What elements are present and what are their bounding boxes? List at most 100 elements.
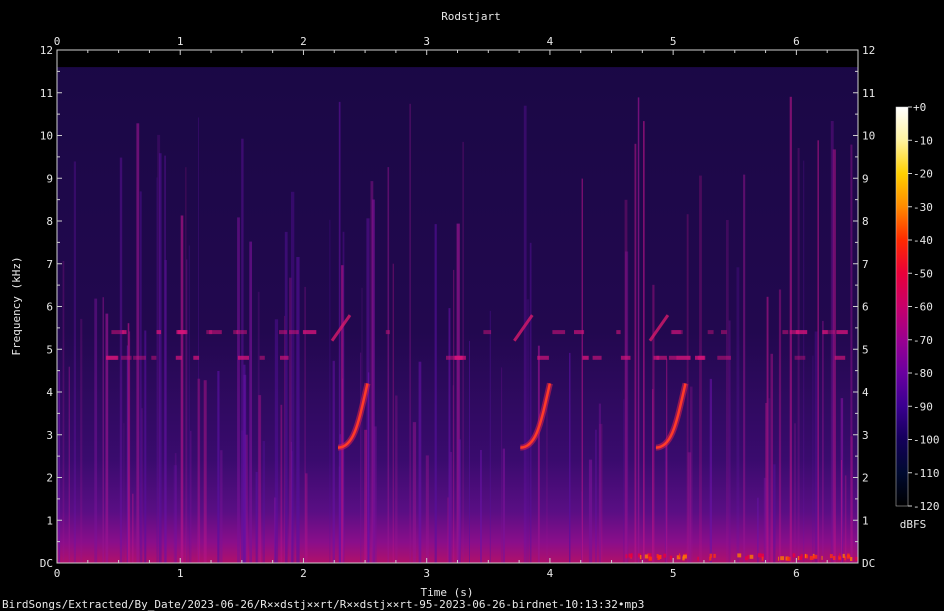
noise-stripe (409, 103, 411, 563)
noise-stripe (364, 429, 368, 563)
tonal-band-segment (111, 330, 124, 335)
noise-stripe (73, 161, 76, 563)
colorbar-tick-label: -100 (913, 434, 940, 447)
noise-stripe (768, 398, 771, 563)
dc-hotspot (809, 555, 814, 560)
noise-stripe (387, 167, 390, 563)
noise-stripe (185, 167, 187, 563)
noise-stripe (529, 242, 532, 563)
noise-stripe (139, 191, 142, 563)
noise-stripe (595, 429, 597, 563)
colorbar: +0 -10 -20 -30 -40 -50 -60 -70 -80 -90 -100 -110 -12… (895, 101, 940, 531)
x-tick-label-top: 6 (793, 35, 800, 48)
dc-hotspot (798, 556, 803, 560)
dc-hotspot (657, 554, 662, 559)
dc-hotspot (709, 553, 713, 558)
noise-stripe (462, 141, 464, 563)
dc-hotspot (842, 553, 845, 558)
tonal-band-segment (483, 330, 492, 335)
file-path: BirdSongs/Extracted/By_Date/2023-06-26/R… (2, 598, 644, 611)
dc-hotspot (855, 556, 858, 561)
noise-stripe (237, 217, 240, 563)
dc-hotspot (663, 553, 667, 558)
noise-stripe (220, 450, 223, 563)
noise-stripe (62, 261, 65, 563)
noise-stripe (289, 277, 292, 563)
tonal-band-segment (677, 355, 691, 360)
dc-hotspot (749, 554, 754, 559)
dc-hotspot (682, 554, 687, 559)
noise-stripe (418, 361, 422, 563)
tonal-band-segment (656, 355, 667, 360)
tonal-band-segment (206, 330, 213, 335)
y-tick-label-left: 11 (40, 87, 53, 100)
noise-stripe (453, 269, 455, 563)
noise-stripe (342, 231, 345, 563)
dc-hotspot (625, 554, 628, 559)
y-tick-label-left: 1 (46, 514, 53, 527)
noise-stripe (789, 96, 792, 563)
noise-stripe (425, 455, 429, 563)
noise-stripe (624, 199, 628, 563)
y-tick-label-left: 8 (46, 215, 53, 228)
x-tick-label-bottom: 3 (423, 567, 430, 580)
tonal-band-segment (237, 355, 249, 360)
x-tick-label-bottom: 2 (300, 567, 307, 580)
y-tick-label-left: 7 (46, 258, 53, 271)
noise-stripe (217, 371, 220, 563)
noise-stripe (190, 430, 192, 563)
tonal-band-segment (616, 330, 621, 335)
dc-hotspot (778, 556, 780, 561)
y-tick-label-right: 12 (862, 44, 875, 57)
x-tick-label-top: 1 (177, 35, 184, 48)
x-tick-label-bottom: 0 (54, 567, 61, 580)
noise-stripe (743, 174, 746, 563)
y-tick-label-right: 9 (862, 172, 869, 185)
dc-hotspot (644, 554, 649, 559)
noise-stripe (666, 358, 668, 563)
noise-stripe (736, 267, 740, 563)
noise-stripe (526, 299, 530, 563)
tonal-band-segment (672, 330, 683, 335)
noise-stripe (249, 241, 252, 563)
noise-stripe (537, 345, 540, 563)
noise-stripe (757, 497, 759, 563)
noise-stripe (105, 313, 109, 563)
noise-stripe (392, 263, 394, 563)
x-tick-label-bottom: 5 (670, 567, 677, 580)
noise-stripe (778, 289, 782, 563)
noise-stripe (136, 123, 140, 563)
tonal-band-segment (794, 355, 806, 360)
dc-hotspot (639, 555, 642, 560)
dc-hotspot (761, 556, 764, 561)
noise-stripe (243, 374, 247, 563)
dc-hotspot (780, 556, 785, 561)
dc-hotspot (829, 554, 833, 559)
noise-stripe (797, 148, 800, 563)
y-tick-label-left: DC (40, 557, 53, 570)
tonal-band-segment (697, 355, 706, 360)
noise-stripe (367, 372, 370, 563)
noise-stripe (501, 367, 503, 563)
noise-stripe (812, 355, 814, 563)
x-tick-label-top: 0 (54, 35, 61, 48)
noise-stripe (129, 331, 131, 563)
y-tick-label-right: 7 (862, 258, 869, 271)
y-tick-label-left: 3 (46, 429, 53, 442)
x-tick-label-top: 5 (670, 35, 677, 48)
y-tick-label-right: 4 (862, 386, 869, 399)
colorbar-label: dBFS (900, 518, 927, 531)
tonal-band-segment (385, 330, 390, 335)
noise-stripe (123, 423, 125, 563)
noise-stripe (180, 215, 184, 563)
tonal-band-segment (782, 330, 789, 335)
noise-stripe (794, 423, 796, 563)
dc-hotspot (846, 554, 851, 559)
noise-stripe (773, 464, 776, 563)
x-tick-label-bottom: 1 (177, 567, 184, 580)
y-tick-label-right: 8 (862, 215, 869, 228)
noise-stripe (360, 352, 362, 563)
noise-stripe (132, 493, 134, 563)
noise-stripe (280, 404, 283, 563)
tonal-band-segment (822, 330, 836, 335)
